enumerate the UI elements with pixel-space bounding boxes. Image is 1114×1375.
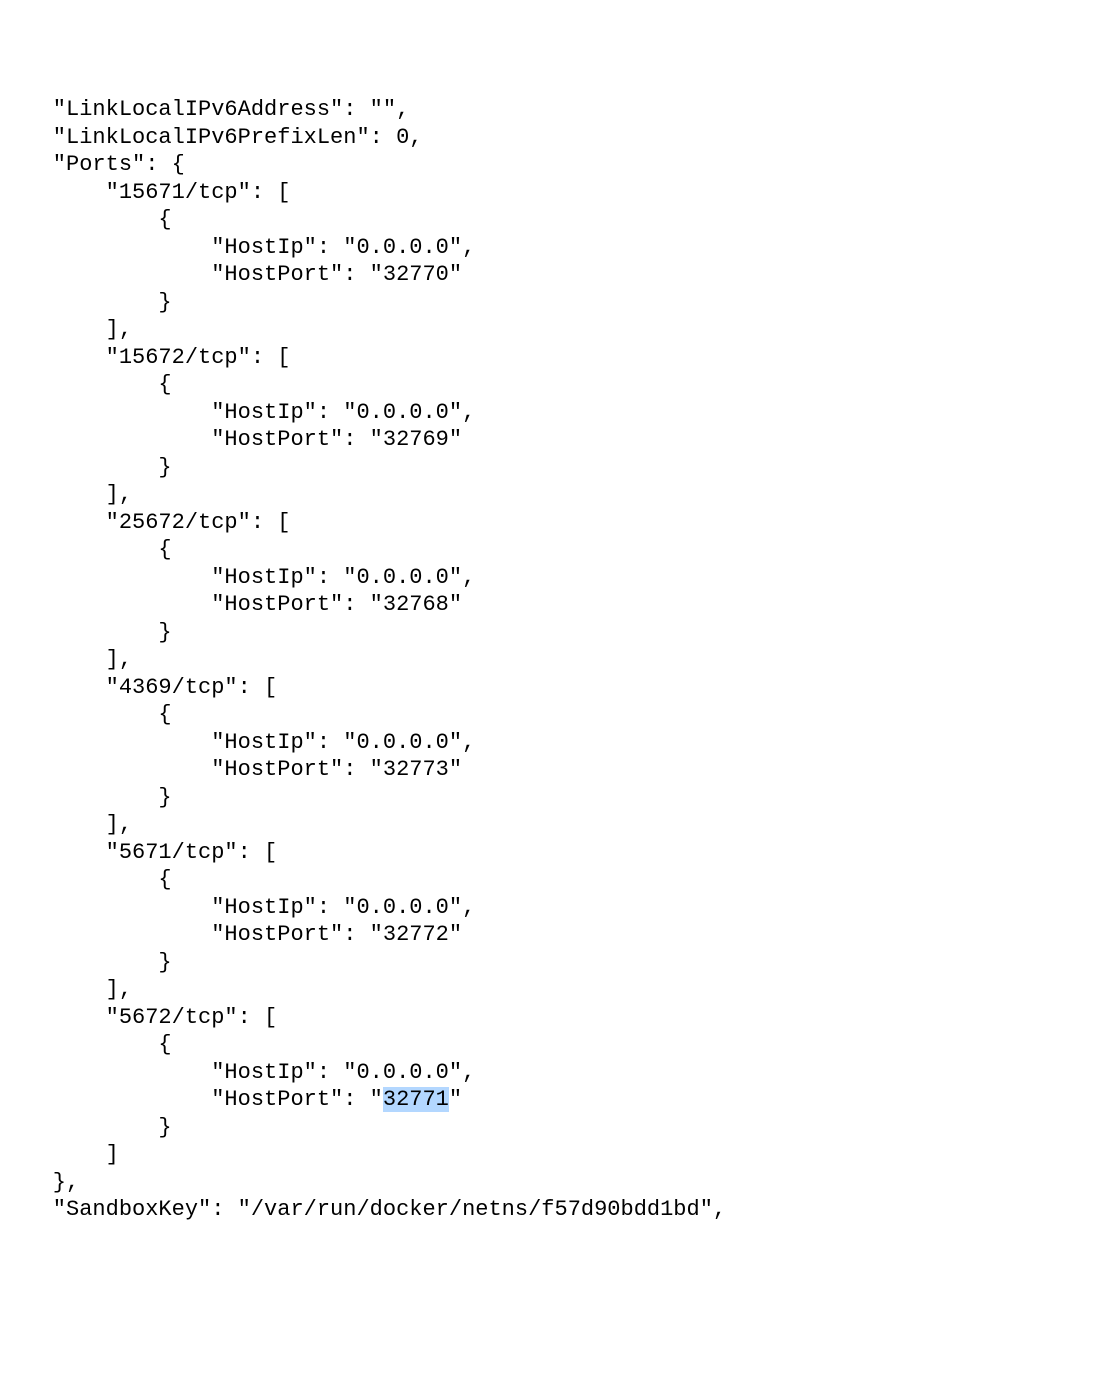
code-line: "HostIp": "0.0.0.0", bbox=[0, 400, 475, 425]
code-line: } bbox=[0, 1115, 172, 1140]
code-line-suffix: " bbox=[449, 1087, 462, 1112]
code-line: { bbox=[0, 702, 172, 727]
code-line: { bbox=[0, 207, 172, 232]
code-line: { bbox=[0, 372, 172, 397]
code-line: "5671/tcp": [ bbox=[0, 840, 277, 865]
code-line: "HostPort": "32770" bbox=[0, 262, 462, 287]
code-line: "15671/tcp": [ bbox=[0, 180, 290, 205]
code-line: ], bbox=[0, 977, 132, 1002]
code-line: "4369/tcp": [ bbox=[0, 675, 277, 700]
code-line: "LinkLocalIPv6Address": "", bbox=[0, 97, 409, 122]
code-line: ], bbox=[0, 812, 132, 837]
code-line: } bbox=[0, 950, 172, 975]
code-line: "15672/tcp": [ bbox=[0, 345, 290, 370]
code-line: } bbox=[0, 785, 172, 810]
code-line: ], bbox=[0, 482, 132, 507]
code-line: "25672/tcp": [ bbox=[0, 510, 290, 535]
code-line: "HostIp": "0.0.0.0", bbox=[0, 235, 475, 260]
code-line: ], bbox=[0, 317, 132, 342]
code-line: "HostIp": "0.0.0.0", bbox=[0, 895, 475, 920]
code-line: "HostPort": "32769" bbox=[0, 427, 462, 452]
code-line: { bbox=[0, 1032, 172, 1057]
code-line: "SandboxKey": "/var/run/docker/netns/f57… bbox=[0, 1197, 726, 1222]
code-line: ] bbox=[0, 1142, 119, 1167]
code-line: "HostIp": "0.0.0.0", bbox=[0, 565, 475, 590]
code-line: "HostIp": "0.0.0.0", bbox=[0, 730, 475, 755]
code-line: "HostIp": "0.0.0.0", bbox=[0, 1060, 475, 1085]
code-line: { bbox=[0, 867, 172, 892]
code-line: } bbox=[0, 290, 172, 315]
code-line: { bbox=[0, 537, 172, 562]
code-line: } bbox=[0, 455, 172, 480]
code-line: "HostPort": "32768" bbox=[0, 592, 462, 617]
code-line-prefix: "HostPort": " bbox=[0, 1087, 383, 1112]
code-line: "Ports": { bbox=[0, 152, 185, 177]
code-line: "HostPort": "32773" bbox=[0, 757, 462, 782]
code-line: ], bbox=[0, 647, 132, 672]
code-line: "HostPort": "32772" bbox=[0, 922, 462, 947]
code-line: "5672/tcp": [ bbox=[0, 1005, 277, 1030]
json-output: "LinkLocalIPv6Address": "", "LinkLocalIP… bbox=[0, 96, 1114, 1224]
code-line: }, bbox=[0, 1170, 79, 1195]
selected-text[interactable]: 32771 bbox=[383, 1087, 449, 1112]
code-line: "LinkLocalIPv6PrefixLen": 0, bbox=[0, 125, 422, 150]
code-line: } bbox=[0, 620, 172, 645]
